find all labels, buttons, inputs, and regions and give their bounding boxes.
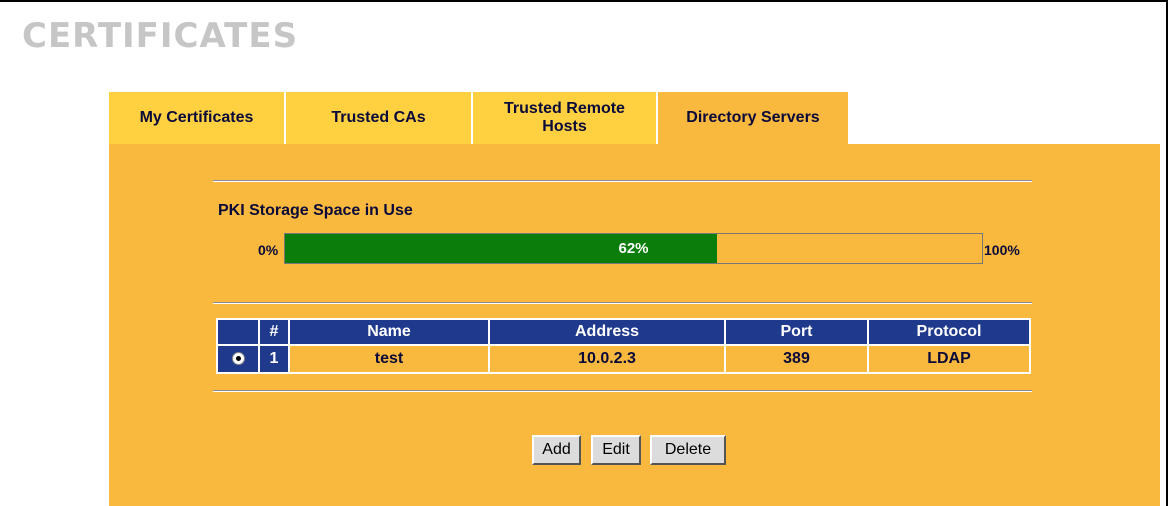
- tab-trusted-remote-hosts[interactable]: Trusted Remote Hosts: [473, 92, 658, 144]
- tab-bar: My Certificates Trusted CAs Trusted Remo…: [109, 92, 849, 144]
- tab-my-certificates[interactable]: My Certificates: [109, 92, 286, 144]
- tab-label: Directory Servers: [686, 109, 820, 126]
- edit-button[interactable]: Edit: [591, 435, 641, 465]
- storage-progress-value: 62%: [618, 240, 649, 257]
- row-address: 10.0.2.3: [488, 344, 726, 374]
- row-protocol: LDAP: [867, 344, 1031, 374]
- column-header-protocol: Protocol: [867, 318, 1031, 346]
- storage-max-label: 100%: [984, 242, 1020, 258]
- tab-label: Trusted Remote Hosts: [504, 100, 625, 135]
- column-header-index: #: [258, 318, 290, 346]
- tab-label: Trusted CAs: [331, 109, 426, 126]
- divider: [213, 302, 1032, 304]
- page-title: CERTIFICATES: [22, 16, 299, 56]
- add-button[interactable]: Add: [532, 435, 581, 465]
- row-select-cell: [216, 344, 260, 374]
- column-header-select: [216, 318, 260, 346]
- table-row: 1 test 10.0.2.3 389 LDAP: [216, 344, 1031, 374]
- storage-label: PKI Storage Space in Use: [218, 202, 413, 219]
- column-header-port: Port: [724, 318, 869, 346]
- tab-directory-servers[interactable]: Directory Servers: [658, 92, 848, 144]
- row-name: test: [288, 344, 490, 374]
- tab-trusted-cas[interactable]: Trusted CAs: [286, 92, 473, 144]
- table-header-row: # Name Address Port Protocol: [216, 318, 1031, 346]
- storage-min-label: 0%: [258, 242, 279, 258]
- row-port: 389: [724, 344, 869, 374]
- delete-button[interactable]: Delete: [650, 435, 726, 465]
- divider: [213, 390, 1032, 392]
- storage-progress-bar: 62%: [284, 233, 983, 264]
- divider: [213, 180, 1032, 182]
- row-radio-button[interactable]: [231, 352, 245, 366]
- tab-label: My Certificates: [139, 109, 254, 126]
- row-index: 1: [258, 344, 290, 374]
- column-header-address: Address: [488, 318, 726, 346]
- directory-servers-table: # Name Address Port Protocol 1 test 10.0…: [216, 318, 1031, 374]
- content-panel: PKI Storage Space in Use 0% 62% 100% # N…: [109, 144, 1160, 506]
- column-header-name: Name: [288, 318, 490, 346]
